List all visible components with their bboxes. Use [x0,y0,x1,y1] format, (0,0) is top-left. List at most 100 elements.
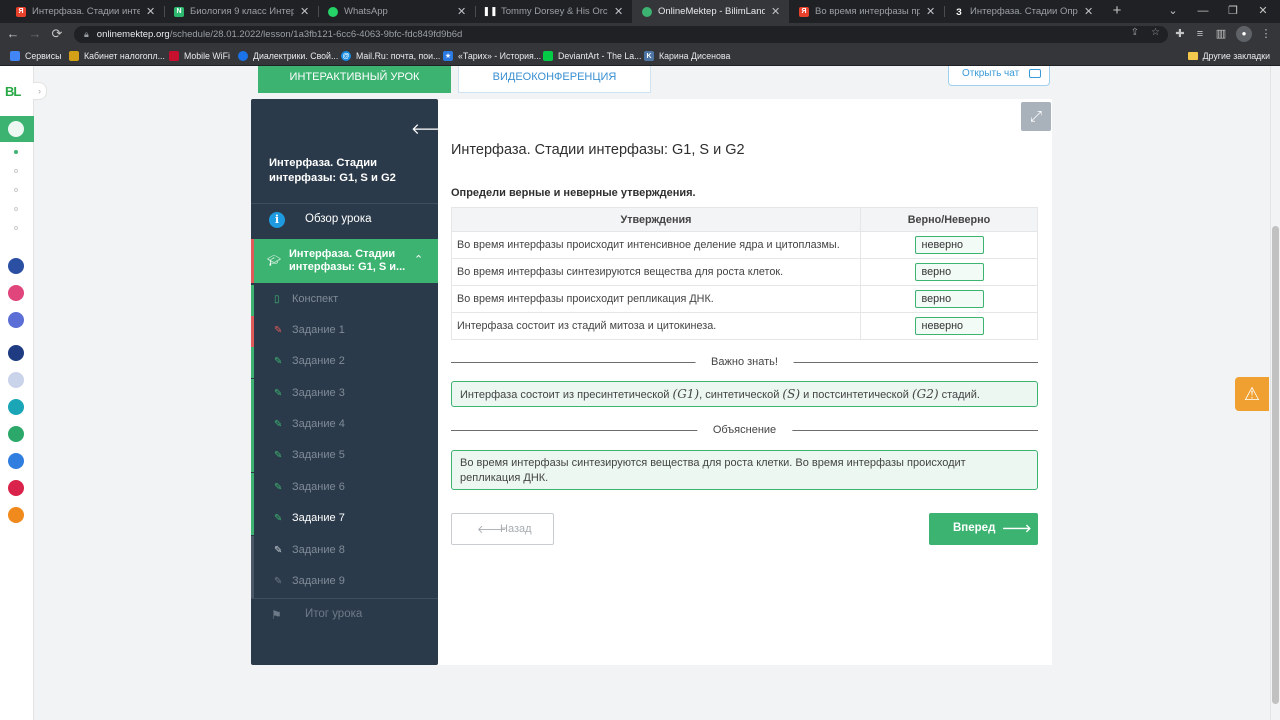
other-bookmarks-label: Другие закладки [1202,51,1270,61]
profile-avatar-icon[interactable]: ● [1236,26,1252,42]
note-text: и постсинтетической [803,389,909,401]
note-math: (S) [782,387,801,401]
rail-item-onlinemektep[interactable] [0,116,34,142]
sidebar-item-summary[interactable]: ▯ Конспект [251,285,438,316]
open-chat-button[interactable]: Открыть чат [948,66,1050,86]
back-arrow-icon[interactable]: ← [4,25,22,43]
tab-search-icon[interactable]: ⌄ [1158,0,1188,23]
minimize-button[interactable]: — [1188,0,1218,23]
rail-dot[interactable] [14,169,18,173]
address-bar-row: ← → ⟳ 🔒︎ onlinemektep.org/schedule/28.01… [0,23,1280,46]
other-bookmarks[interactable]: Другие закладки [1187,48,1270,64]
status-bar [251,567,254,598]
sidebar-item-task-5[interactable]: ✎ Задание 5 [251,441,438,472]
reload-icon[interactable]: ⟳ [48,25,66,43]
browser-tab[interactable]: Я Интерфаза. Стадии интерфазы ✕ [6,0,164,23]
bookmark-label: Диалектрики. Свой... [253,51,339,61]
sidebar-item-task-6[interactable]: ✎ Задание 6 [251,473,438,504]
app-icon[interactable] [8,426,24,442]
app-icon[interactable] [8,258,24,274]
share-icon[interactable]: ⇪ [1131,27,1139,38]
close-icon[interactable]: ✕ [771,5,781,18]
task-card: ⤢ Интерфаза. Стадии интерфазы: G1, S и G… [438,99,1052,665]
rail-dot[interactable] [14,226,18,230]
bookmark-label: Mail.Ru: почта, пои... [356,51,441,61]
browser-tab[interactable]: З Интерфаза. Стадии Определи ✕ [944,0,1102,23]
restore-button[interactable]: ❐ [1218,0,1248,23]
browser-tab[interactable]: WhatsApp ✕ [318,0,475,23]
tab-title: OnlineMektep - BilimLand [658,6,765,17]
sidebar-item-label: Задание 8 [292,544,345,556]
app-icon[interactable] [8,453,24,469]
sidebar-item-task-9[interactable]: ✎ Задание 9 [251,567,438,598]
close-icon[interactable]: ✕ [1084,5,1094,18]
app-icon[interactable] [8,480,24,496]
close-icon[interactable]: ✕ [614,5,624,18]
table-row: Во время интерфазы происходит интенсивно… [451,231,1038,259]
rail-expand-chevron-icon[interactable]: › [33,82,47,100]
rail-dot[interactable] [14,150,18,154]
app-icon[interactable] [8,507,24,523]
close-icon[interactable]: ✕ [926,5,936,18]
bookmark-star-icon[interactable]: ☆ [1151,27,1160,38]
sidebar-item-current-lesson[interactable]: 🎓︎ Интерфаза. Стадии интерфазы: G1, S и.… [251,239,438,283]
scrollbar-thumb[interactable] [1272,226,1279,704]
close-icon[interactable]: ✕ [300,5,310,18]
app-icon[interactable] [8,285,24,301]
chevron-up-icon[interactable]: ⌃ [414,253,423,266]
sidebar-item-overview[interactable]: i Обзор урока [251,203,438,237]
app-icon[interactable] [8,399,24,415]
sidebar-item-task-4[interactable]: ✎ Задание 4 [251,410,438,441]
table-row: Во время интерфазы синтезируются веществ… [451,258,1038,286]
forward-arrow-icon[interactable]: → [26,25,44,43]
menu-dots-icon[interactable]: ⋮ [1258,26,1274,42]
bookmark-dielectrics[interactable]: Диалектрики. Свой... [238,48,338,64]
close-icon[interactable]: ✕ [146,5,156,18]
bookmark-vk[interactable]: K Карина Дисенова [644,48,730,64]
tab-video-conference[interactable]: ВИДЕОКОНФЕРЕНЦИЯ [458,66,651,93]
page-scrollbar[interactable] [1270,66,1280,720]
answer-chip[interactable]: неверно [914,236,984,254]
sidebar-item-lesson-summary[interactable]: ⚑ Итог урока [251,598,438,632]
sidebar-item-task-8[interactable]: ✎ Задание 8 [251,536,438,567]
sidebar-item-task-7[interactable]: ✎ Задание 7 [251,504,438,535]
close-window-button[interactable]: ✕ [1248,0,1278,23]
sidebar-item-task-1[interactable]: ✎ Задание 1 [251,316,438,347]
app-rail: BL › [0,66,47,720]
new-tab-button[interactable]: + [1108,2,1126,20]
bookmark-mailru[interactable]: @ Mail.Ru: почта, пои... [341,48,440,64]
bilimland-logo[interactable]: BL [5,84,21,99]
next-button[interactable]: Вперед 🡒 [929,513,1038,545]
report-warning-icon[interactable]: ⚠ [1235,377,1269,411]
extensions-icon[interactable]: ✚ [1172,26,1188,42]
answer-chip[interactable]: неверно [914,317,984,335]
browser-tab[interactable]: Я Во время интерфазы происход ✕ [789,0,944,23]
bookmark-mobile-wifi[interactable]: Mobile WiFi [169,48,230,64]
bookmark-tax-cabinet[interactable]: Кабинет налогопл... [69,48,165,64]
browser-tab[interactable]: N Биология 9 класс Интерфаза. С ✕ [164,0,318,23]
bookmark-deviantart[interactable]: DeviantArt - The La... [543,48,641,64]
app-icon[interactable] [8,372,24,388]
answer-chip[interactable]: верно [914,263,984,281]
bookmark-tarikh[interactable]: ★ «Тарих» - История... [443,48,541,64]
table-row: Во время интерфазы происходит репликация… [451,285,1038,313]
rail-dot[interactable] [14,188,18,192]
tab-interactive-lesson[interactable]: ИНТЕРАКТИВНЫЙ УРОК [258,66,451,93]
playlist-icon[interactable]: ≡ [1192,26,1208,42]
side-panel-icon[interactable]: ▥ [1213,26,1229,42]
rail-dot[interactable] [14,207,18,211]
bookmark-services[interactable]: Сервисы [10,48,61,64]
app-icon[interactable] [8,345,24,361]
sidebar-item-task-3[interactable]: ✎ Задание 3 [251,379,438,410]
sidebar-item-task-2[interactable]: ✎ Задание 2 [251,347,438,378]
close-icon[interactable]: ✕ [457,5,467,18]
fullscreen-expand-icon[interactable]: ⤢ [1021,102,1051,131]
sidebar-item-label: Обзор урока [305,213,372,225]
browser-tab[interactable]: ❚❚ Tommy Dorsey & His Orchestra ✕ [475,0,632,23]
app-icon[interactable] [8,312,24,328]
answer-chip[interactable]: верно [914,290,984,308]
url-field[interactable]: 🔒︎ onlinemektep.org/schedule/28.01.2022/… [74,26,1168,43]
chat-icon [1029,69,1041,78]
browser-tab-active[interactable]: OnlineMektep - BilimLand ✕ [632,0,789,23]
back-button[interactable]: 🡐 Назад [451,513,554,545]
